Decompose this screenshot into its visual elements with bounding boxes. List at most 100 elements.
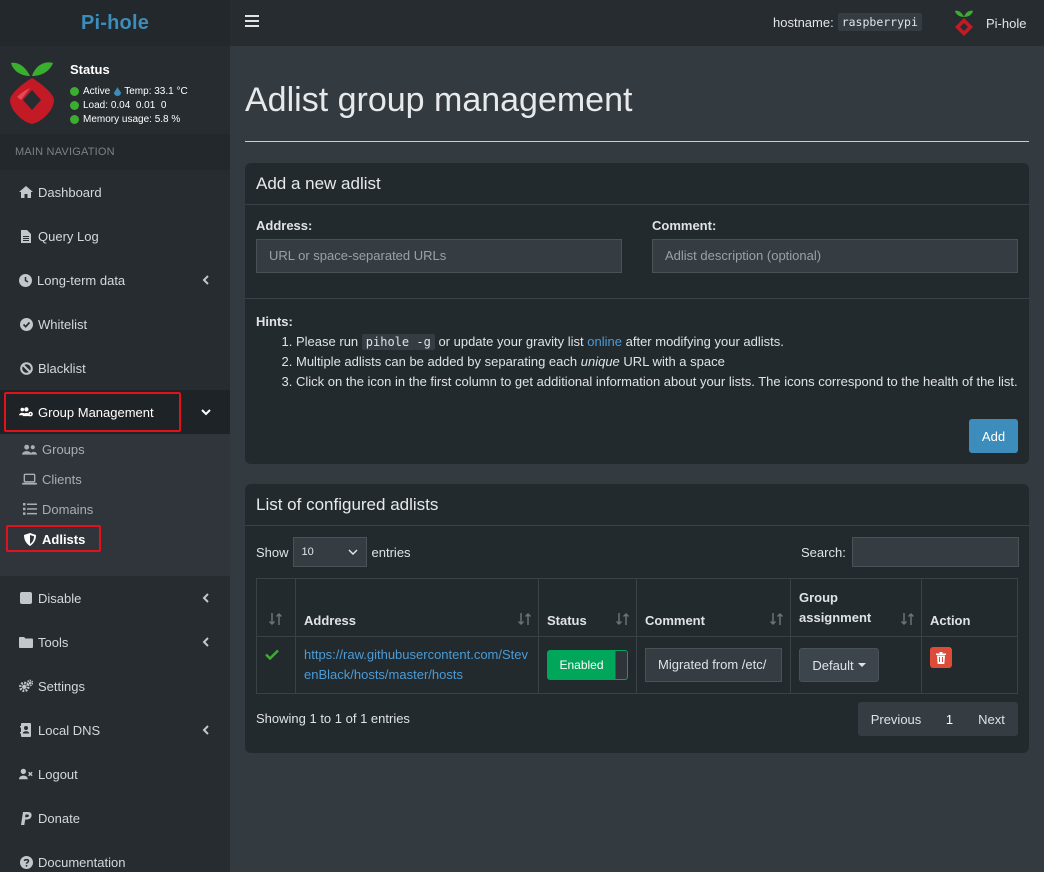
row-comment-input[interactable]: Migrated from /etc/ [645, 648, 782, 682]
status-memory-value: 5.8 % [154, 114, 181, 125]
hostname-display: hostname: raspberrypi [773, 13, 922, 31]
sidebar-item-local-dns[interactable]: Local DNS [0, 708, 230, 752]
status-temp: Temp: 33.1 °C [124, 86, 188, 97]
laptop-icon [22, 472, 37, 486]
comment-cell: Migrated from /etc/ [636, 636, 791, 694]
sidebar-item-label: Settings [38, 678, 85, 694]
sort-icon [770, 612, 784, 626]
sidebar-item-label: Domains [42, 501, 94, 517]
pagination-previous[interactable]: Previous [858, 702, 934, 736]
status-panel: Status Active Temp: 33.1 °C Load: 0.04 0… [0, 46, 230, 134]
action-cell [921, 636, 1018, 694]
online-link[interactable]: online [587, 334, 622, 349]
sidebar-item-label: Disable [38, 590, 82, 606]
file-icon [19, 229, 33, 243]
sidebar-item-tools[interactable]: Tools [0, 620, 230, 664]
hint-code: pihole -g [361, 334, 435, 350]
status-load-line: Load: 0.04 0.01 0 [70, 100, 166, 111]
hint-item: Multiple adlists can be added by separat… [296, 352, 1018, 372]
ban-icon [19, 361, 33, 375]
user-times-icon [19, 767, 33, 781]
adlist-table: Address Status Comment Group assignment [256, 578, 1018, 694]
status-toggle-label: Enabled [559, 658, 604, 672]
sidebar-item-label: Donate [38, 810, 80, 826]
highlight-box [4, 392, 181, 432]
address-input[interactable]: URL or space-separated URLs [256, 239, 622, 273]
question-circle-icon [19, 855, 33, 869]
sidebar-item-logout[interactable]: Logout [0, 752, 230, 796]
brand-name[interactable]: Pi-hole [81, 12, 149, 35]
brand-logo[interactable]: Pi-hole [0, 0, 230, 46]
check-icon[interactable] [265, 649, 279, 660]
chevron-left-icon [202, 593, 209, 603]
health-cell[interactable] [256, 636, 296, 694]
sidebar-item-disable[interactable]: Disable [0, 576, 230, 620]
user-friends-icon [22, 442, 37, 456]
chevron-left-icon [202, 275, 209, 285]
trash-icon [936, 651, 946, 664]
sidebar-item-donate[interactable]: Donate [0, 796, 230, 840]
sidebar: Status Active Temp: 33.1 °C Load: 0.04 0… [0, 46, 230, 872]
column-header-comment[interactable]: Comment [636, 578, 791, 637]
sidebar-subitem-domains[interactable]: Domains [0, 494, 230, 524]
pagination-page-1[interactable]: 1 [934, 702, 965, 736]
column-header-status[interactable]: Status [538, 578, 637, 637]
home-icon [19, 185, 33, 199]
entries-length-control: Show 10 entries [256, 537, 411, 567]
sort-icon [616, 612, 630, 626]
status-memory-label: Memory usage: [83, 114, 152, 125]
status-dot-icon [70, 101, 79, 110]
sidebar-subitem-groups[interactable]: Groups [0, 434, 230, 464]
status-toggle[interactable]: Enabled [547, 650, 628, 680]
hostname-value: raspberrypi [837, 13, 922, 31]
hints-divider [245, 298, 1029, 299]
pagination: Previous 1 Next [858, 702, 1018, 736]
sidebar-item-documentation[interactable]: Documentation [0, 840, 230, 872]
sidebar-item-settings[interactable]: Settings [0, 664, 230, 708]
column-header-icon[interactable] [256, 578, 296, 637]
sidebar-item-label: Tools [38, 634, 69, 650]
hints-title: Hints: [256, 314, 293, 329]
chevron-down-icon [201, 409, 211, 416]
menu-toggle-icon[interactable] [245, 15, 259, 29]
main-navigation-header: MAIN NAVIGATION [0, 134, 230, 170]
sidebar-item-group-management[interactable]: Group Management [0, 390, 230, 434]
sidebar-item-dashboard[interactable]: Dashboard [0, 170, 230, 214]
entries-select[interactable]: 10 [292, 537, 367, 567]
table-row: https://raw.githubusercontent.com/Steven… [256, 636, 1018, 694]
sort-icon [269, 612, 283, 626]
pagination-next[interactable]: Next [965, 702, 1018, 736]
address-cell: https://raw.githubusercontent.com/Steven… [295, 636, 539, 694]
sidebar-item-whitelist[interactable]: Whitelist [0, 302, 230, 346]
group-management-submenu: Groups Clients Domains Adlists [0, 434, 230, 576]
status-active-line: Active Temp: 33.1 °C [70, 86, 188, 97]
comment-input[interactable]: Adlist description (optional) [652, 239, 1018, 273]
status-dot-icon [70, 87, 79, 96]
sidebar-item-blacklist[interactable]: Blacklist [0, 346, 230, 390]
sidebar-item-label: Long-term data [37, 272, 126, 288]
search-input[interactable] [851, 537, 1019, 567]
group-assignment-dropdown[interactable]: Default [799, 648, 879, 682]
column-label: Comment [645, 613, 705, 628]
sidebar-subitem-adlists[interactable]: Adlists [0, 524, 230, 554]
highlight-box [6, 525, 101, 552]
sidebar-item-query-log[interactable]: Query Log [0, 214, 230, 258]
hints-section: Hints: Please run pihole -g or update yo… [256, 312, 1018, 392]
search-label: Search: [801, 544, 846, 560]
user-menu[interactable]: Pi-hole [952, 8, 1026, 38]
adlist-table-title: List of configured adlists [245, 484, 1029, 526]
sidebar-item-label: Dashboard [38, 184, 102, 200]
thermometer-drop-icon [114, 87, 122, 96]
sidebar-item-long-term-data[interactable]: Long-term data [0, 258, 230, 302]
comment-label: Comment: [652, 218, 717, 233]
adlist-address-link[interactable]: https://raw.githubusercontent.com/Steven… [304, 645, 530, 685]
list-icon [22, 502, 37, 516]
add-button[interactable]: Add [969, 419, 1018, 453]
delete-button[interactable] [930, 647, 952, 668]
column-header-group-assignment[interactable]: Group assignment [790, 578, 922, 637]
pihole-logo-icon [955, 10, 973, 36]
sidebar-subitem-clients[interactable]: Clients [0, 464, 230, 494]
column-header-address[interactable]: Address [295, 578, 539, 637]
table-info: Showing 1 to 1 of 1 entries [256, 711, 410, 726]
sidebar-item-label: Documentation [38, 854, 126, 870]
